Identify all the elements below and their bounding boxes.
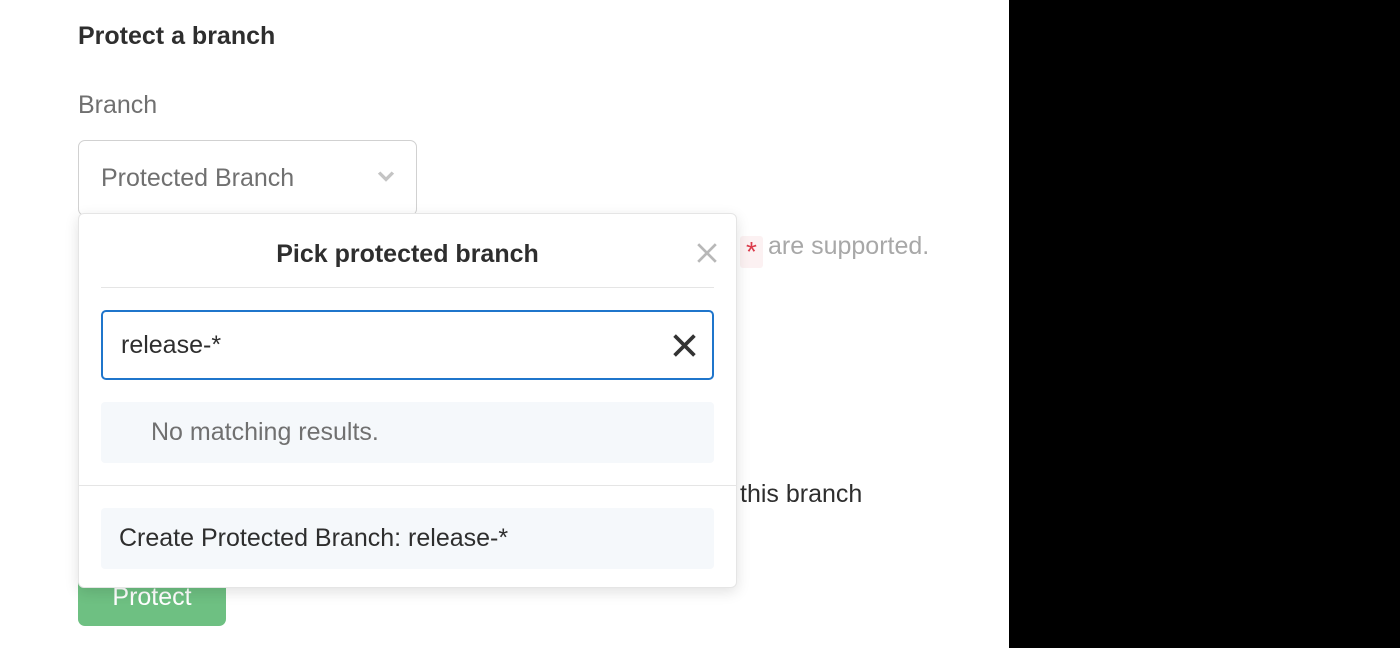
- section-title: Protect a branch: [78, 22, 1400, 51]
- branch-dropdown-placeholder: Protected Branch: [101, 164, 294, 193]
- create-branch-option[interactable]: Create Protected Branch: release-*: [101, 508, 714, 569]
- panel-header: Pick protected branch: [101, 232, 714, 288]
- branch-dropdown-trigger[interactable]: Protected Branch: [78, 140, 417, 216]
- branch-label: Branch: [78, 91, 1400, 120]
- close-icon[interactable]: [696, 242, 718, 264]
- chevron-down-icon: [376, 168, 396, 188]
- branch-search-input[interactable]: [101, 310, 714, 380]
- this-branch-text: this branch: [740, 480, 862, 509]
- panel-title: Pick protected branch: [276, 240, 539, 268]
- clear-input-icon[interactable]: [673, 334, 696, 357]
- panel-divider: [79, 485, 736, 486]
- branch-dropdown-panel: Pick protected branch No matching result…: [78, 213, 737, 588]
- supported-text: are supported.: [768, 232, 929, 261]
- wildcard-symbol: *: [740, 236, 763, 268]
- no-results-message: No matching results.: [101, 402, 714, 463]
